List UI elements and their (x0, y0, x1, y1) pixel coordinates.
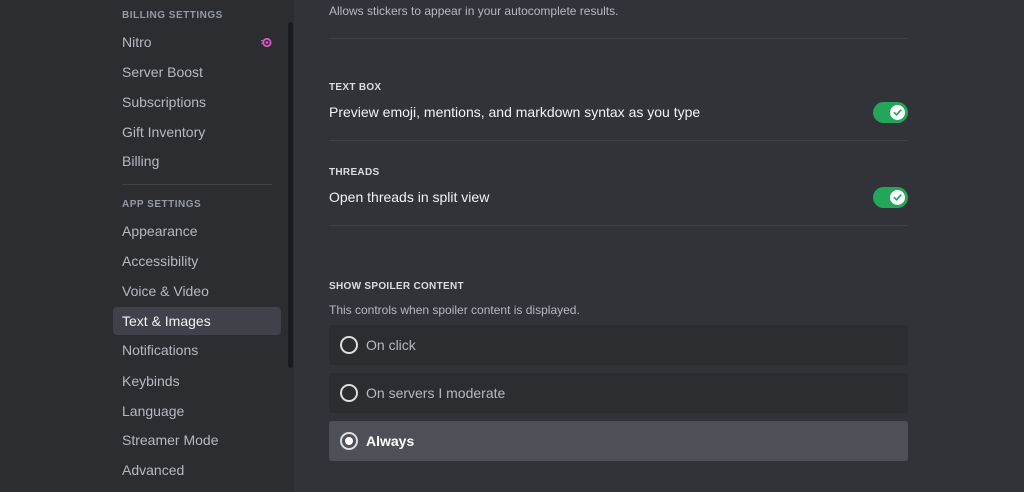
sidebar-item-label: Language (122, 403, 185, 419)
toggle-knob (890, 105, 905, 120)
sidebar-item-gift-inventory[interactable]: Gift Inventory (113, 118, 281, 146)
sidebar-item-label: Billing (122, 153, 160, 169)
text-box-heading: TEXT BOX (329, 82, 382, 93)
threads-split-view-label: Open threads in split view (329, 189, 490, 205)
sidebar-item-text-images[interactable]: Text & Images (113, 307, 281, 335)
sidebar-item-appearance[interactable]: Appearance (113, 217, 281, 245)
radio-checked-icon (340, 432, 358, 450)
sidebar-item-notifications[interactable]: Notifications (113, 336, 281, 364)
sidebar-item-label: Server Boost (122, 64, 203, 80)
sidebar-item-subscriptions[interactable]: Subscriptions (113, 88, 281, 116)
sidebar-item-label: Accessibility (122, 253, 199, 269)
sidebar-item-label: Advanced (122, 462, 185, 478)
sidebar-item-label: Streamer Mode (122, 432, 219, 448)
radio-unchecked-icon (340, 336, 358, 354)
checkmark-icon (893, 109, 902, 116)
sidebar-item-keybinds[interactable]: Keybinds (113, 367, 281, 395)
sidebar-item-advanced[interactable]: Advanced (113, 456, 281, 484)
divider (329, 225, 908, 226)
spoiler-option-on-click[interactable]: On click (329, 325, 908, 365)
threads-split-view-toggle[interactable] (873, 187, 908, 208)
sidebar-item-billing[interactable]: Billing (113, 147, 281, 175)
settings-content: Allows stickers to appear in your autoco… (294, 0, 1024, 492)
radio-unchecked-icon (340, 384, 358, 402)
sidebar-item-label: Notifications (122, 342, 199, 358)
sidebar-scrollbar[interactable] (288, 22, 293, 368)
radio-label: On servers I moderate (366, 385, 506, 401)
threads-heading: THREADS (329, 167, 380, 178)
sidebar-item-accessibility[interactable]: Accessibility (113, 247, 281, 275)
sidebar-item-label: Nitro (122, 34, 152, 50)
sidebar-item-label: Subscriptions (122, 94, 207, 110)
radio-label: On click (366, 337, 416, 353)
sidebar-item-voice-video[interactable]: Voice & Video (113, 277, 281, 305)
text-box-preview-label: Preview emoji, mentions, and markdown sy… (329, 104, 701, 120)
text-box-preview-toggle[interactable] (873, 102, 908, 123)
sidebar-item-label: Voice & Video (122, 283, 209, 299)
sidebar-item-nitro[interactable]: Nitro (113, 28, 281, 56)
sidebar-item-language[interactable]: Language (113, 397, 281, 425)
sidebar-item-label: Gift Inventory (122, 124, 206, 140)
sidebar-item-streamer-mode[interactable]: Streamer Mode (113, 426, 281, 454)
settings-sidebar: BILLING SETTINGS Nitro Server Boost Subs… (0, 0, 294, 492)
sidebar-item-label: Appearance (122, 223, 198, 239)
spoiler-heading: SHOW SPOILER CONTENT (329, 281, 464, 292)
radio-label: Always (366, 433, 415, 449)
checkmark-icon (893, 194, 902, 201)
sidebar-item-server-boost[interactable]: Server Boost (113, 58, 281, 86)
nitro-icon (261, 37, 272, 48)
spoiler-description: This controls when spoiler content is di… (329, 303, 580, 317)
stickers-hint-text: Allows stickers to appear in your autoco… (329, 4, 619, 18)
divider (329, 38, 908, 39)
radio-dot (345, 437, 353, 445)
billing-settings-header: BILLING SETTINGS (122, 10, 223, 21)
spoiler-option-on-servers-i-moderate[interactable]: On servers I moderate (329, 373, 908, 413)
divider (329, 140, 908, 141)
sidebar-item-label: Text & Images (122, 313, 211, 329)
sidebar-item-label: Keybinds (122, 373, 180, 389)
spoiler-option-always[interactable]: Always (329, 421, 908, 461)
app-settings-header: APP SETTINGS (122, 199, 202, 210)
sidebar-divider (122, 184, 272, 185)
toggle-knob (890, 190, 905, 205)
